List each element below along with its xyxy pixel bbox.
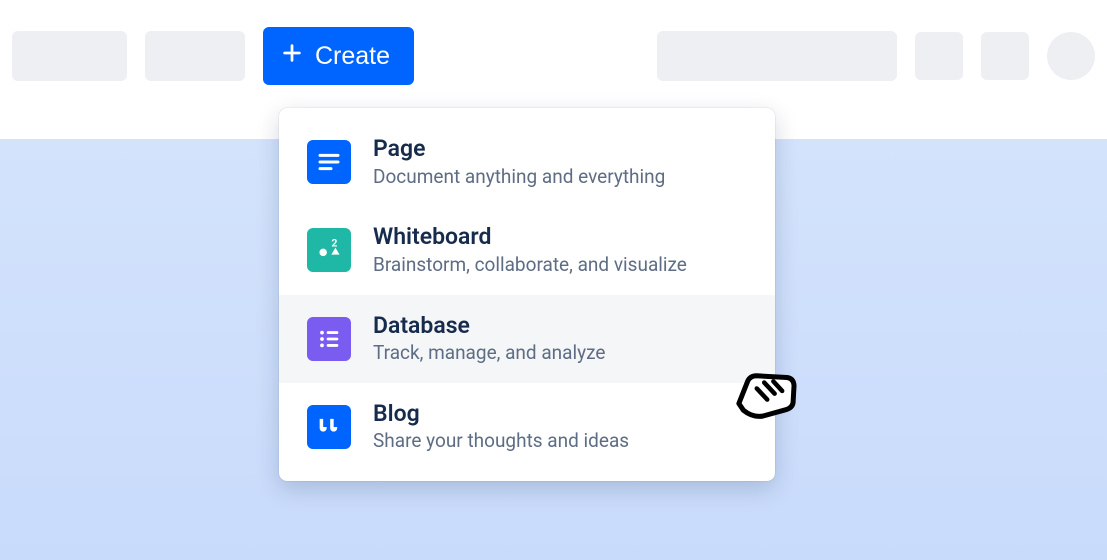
top-bar: Create bbox=[0, 0, 1107, 112]
menu-item-description: Document anything and everything bbox=[373, 165, 665, 190]
create-button[interactable]: Create bbox=[263, 27, 414, 85]
menu-item-title: Whiteboard bbox=[373, 223, 687, 251]
placeholder-search bbox=[657, 31, 897, 81]
placeholder-icon bbox=[981, 32, 1029, 80]
menu-item-description: Track, manage, and analyze bbox=[373, 341, 605, 366]
page-icon bbox=[307, 140, 351, 184]
svg-text:2: 2 bbox=[331, 237, 337, 250]
menu-item-whiteboard[interactable]: 2 Whiteboard Brainstorm, collaborate, an… bbox=[279, 206, 775, 294]
menu-item-blog[interactable]: Blog Share your thoughts and ideas bbox=[279, 383, 775, 471]
placeholder-block bbox=[12, 31, 127, 81]
database-icon bbox=[307, 317, 351, 361]
menu-item-title: Page bbox=[373, 135, 665, 163]
create-button-label: Create bbox=[315, 42, 390, 71]
create-dropdown: Page Document anything and everything 2 … bbox=[279, 108, 775, 481]
blog-icon bbox=[307, 405, 351, 449]
whiteboard-icon: 2 bbox=[307, 228, 351, 272]
menu-item-description: Share your thoughts and ideas bbox=[373, 429, 629, 454]
plus-icon bbox=[281, 42, 303, 71]
placeholder-icon bbox=[915, 32, 963, 80]
menu-item-title: Database bbox=[373, 312, 605, 340]
menu-item-description: Brainstorm, collaborate, and visualize bbox=[373, 253, 687, 278]
menu-item-page[interactable]: Page Document anything and everything bbox=[279, 118, 775, 206]
placeholder-block bbox=[145, 31, 245, 81]
menu-item-title: Blog bbox=[373, 400, 629, 428]
placeholder-avatar bbox=[1047, 32, 1095, 80]
menu-item-database[interactable]: Database Track, manage, and analyze bbox=[279, 295, 775, 383]
